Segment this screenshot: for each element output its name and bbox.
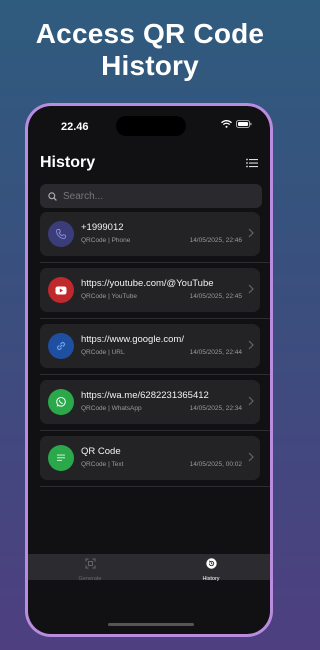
history-item[interactable]: https://wa.me/6282231365412 QRCode | Wha… — [40, 380, 260, 424]
item-date: 14/05/2025, 22:34 — [189, 405, 242, 412]
history-item[interactable]: QR Code QRCode | Text 14/05/2025, 00:02 — [40, 436, 260, 480]
item-type: QRCode | URL — [81, 349, 125, 356]
phone-frame: 22.46 History Search... +1999012 QRCode … — [25, 103, 273, 637]
divider — [40, 318, 270, 319]
headline-line-2: History — [101, 50, 199, 81]
chevron-right-icon — [248, 340, 254, 350]
tab-history[interactable]: History — [181, 556, 241, 582]
chevron-right-icon — [248, 228, 254, 238]
divider — [40, 486, 270, 487]
phone-icon — [56, 229, 66, 239]
search-input[interactable] — [63, 190, 253, 202]
tab-generate[interactable]: Generate — [60, 556, 120, 582]
divider — [40, 430, 270, 431]
item-value: QR Code — [81, 446, 121, 457]
item-value: https://www.google.com/ — [81, 334, 184, 345]
text-icon — [57, 454, 65, 461]
status-icons — [221, 120, 252, 128]
whatsapp-icon — [56, 397, 66, 407]
item-value: https://youtube.com/@YouTube — [81, 278, 214, 289]
whatsapp-icon-badge — [48, 389, 74, 415]
item-type: QRCode | Phone — [81, 237, 131, 244]
history-item[interactable]: https://www.google.com/ QRCode | URL 14/… — [40, 324, 260, 368]
youtube-icon-badge — [48, 277, 74, 303]
dynamic-island — [116, 116, 186, 136]
tab-history-label: History — [202, 576, 220, 582]
history-item[interactable]: https://youtube.com/@YouTube QRCode | Yo… — [40, 268, 260, 312]
link-icon — [56, 341, 66, 351]
item-date: 14/05/2025, 00:02 — [189, 461, 242, 468]
divider — [40, 262, 270, 263]
phone-icon-badge — [48, 221, 74, 247]
chevron-right-icon — [248, 284, 254, 294]
divider — [40, 374, 270, 375]
history-item[interactable]: +1999012 QRCode | Phone 14/05/2025, 22:4… — [40, 212, 260, 256]
tab-bar: Generate History — [28, 554, 270, 582]
battery-icon — [236, 120, 252, 128]
item-type: QRCode | WhatsApp — [81, 405, 142, 412]
search-bar[interactable] — [40, 184, 262, 208]
chevron-right-icon — [248, 396, 254, 406]
link-icon-badge — [48, 333, 74, 359]
tab-generate-label: Generate — [78, 576, 102, 582]
item-date: 14/05/2025, 22:45 — [189, 293, 242, 300]
item-type: QRCode | Text — [81, 461, 124, 468]
headline-line-1: Access QR Code — [35, 18, 265, 49]
history-icon — [205, 558, 217, 569]
list-menu-icon[interactable] — [246, 158, 258, 168]
item-type: QRCode | YouTube — [81, 293, 138, 300]
item-value: +1999012 — [81, 222, 124, 233]
qr-scan-icon — [85, 558, 95, 569]
chevron-right-icon — [248, 452, 254, 462]
item-value: https://wa.me/6282231365412 — [81, 390, 209, 401]
home-indicator — [108, 623, 194, 626]
text-icon-badge — [48, 445, 74, 471]
wifi-icon — [221, 120, 232, 128]
page-title: History — [40, 154, 96, 171]
headline: Access QR Code History — [0, 18, 300, 82]
item-date: 14/05/2025, 22:44 — [189, 349, 242, 356]
phone-screen: 22.46 History Search... +1999012 QRCode … — [28, 106, 270, 634]
status-time: 22.46 — [61, 121, 89, 133]
youtube-icon — [55, 286, 67, 294]
item-date: 14/05/2025, 22:46 — [189, 237, 242, 244]
search-icon — [48, 191, 57, 201]
